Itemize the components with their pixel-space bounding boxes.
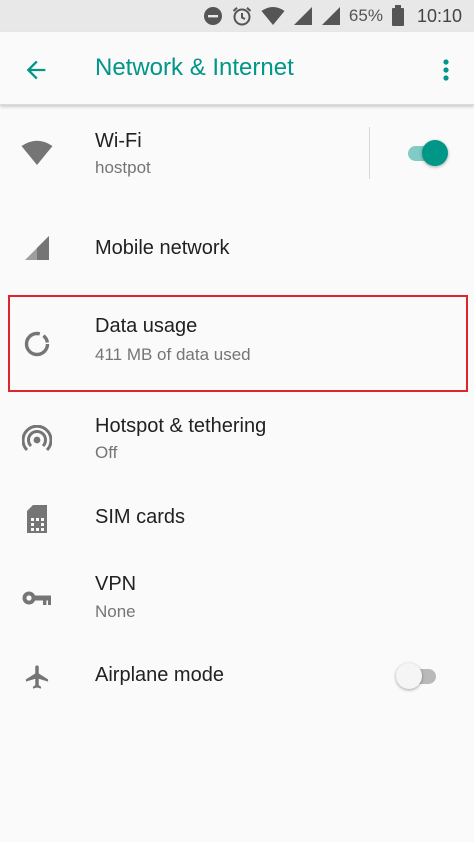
airplane-icon (20, 660, 54, 694)
divider (369, 127, 370, 179)
toggle-thumb (422, 140, 448, 166)
list-item-sim-cards[interactable]: SIM cards (0, 487, 474, 567)
item-title: SIM cards (95, 506, 186, 528)
signal-icon (321, 6, 341, 26)
battery-percent: 65% (348, 6, 383, 25)
item-summary: None (95, 602, 136, 621)
item-title: Mobile network (95, 237, 230, 259)
clock: 10:10 (416, 5, 462, 26)
list-item-hotspot[interactable]: Hotspot & tethering Off (0, 395, 474, 485)
status-bar: 65% 10:10 (0, 0, 474, 32)
wifi-icon (20, 136, 54, 170)
page-title: Network & Internet (95, 54, 294, 81)
hotspot-icon (20, 423, 54, 457)
list-item-vpn[interactable]: VPN None (0, 568, 474, 648)
list-item-mobile-network[interactable]: Mobile network (0, 200, 474, 292)
item-summary: hostpot (95, 158, 151, 177)
wifi-icon (261, 6, 285, 26)
dnd-icon (203, 6, 223, 26)
vpn-key-icon (20, 581, 54, 615)
app-bar: Network & Internet (0, 32, 474, 105)
back-button[interactable] (18, 52, 54, 88)
item-title: Airplane mode (95, 664, 224, 686)
wifi-toggle[interactable] (406, 138, 450, 168)
overflow-menu-button[interactable] (434, 52, 458, 88)
alarm-icon (231, 5, 253, 27)
item-summary: Off (95, 443, 118, 462)
item-title: Hotspot & tethering (95, 415, 267, 437)
item-title: VPN (95, 573, 137, 595)
signal-icon (20, 231, 54, 265)
sim-card-icon (20, 502, 54, 536)
highlight-box (8, 295, 468, 392)
battery-icon (391, 5, 405, 27)
item-title: Wi-Fi (95, 130, 142, 152)
airplane-mode-toggle[interactable] (396, 661, 440, 691)
more-vert-icon (443, 59, 449, 81)
toggle-thumb (396, 663, 422, 689)
arrow-back-icon (26, 60, 46, 80)
signal-icon (293, 6, 313, 26)
list-item-wifi[interactable]: Wi-Fi hostpot (0, 108, 474, 198)
